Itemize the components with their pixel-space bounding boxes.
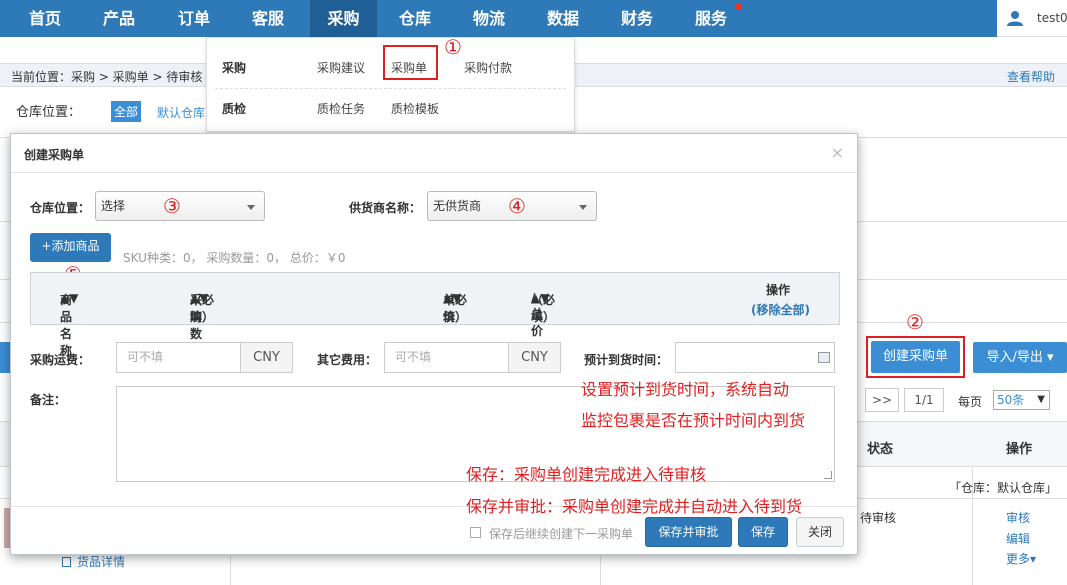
pager-page: 1/1	[904, 388, 944, 412]
annotation-1: ①	[444, 35, 462, 59]
nav-item-services[interactable]: 服务	[680, 0, 742, 37]
note-save-approve: 保存并审批：采购单创建完成并自动进入待到货	[466, 497, 803, 516]
close-icon[interactable]: ×	[831, 143, 844, 162]
top-nav: 首页 产品 订单 客服 采购 仓库 物流 数据 财务 服务 test00	[0, 0, 1067, 37]
required-mark: （必填）	[443, 293, 468, 324]
menu-item-purchase-payment[interactable]: 采购付款	[464, 59, 512, 76]
other-fee-input[interactable]: 可不填	[384, 342, 509, 373]
continue-checkbox[interactable]	[470, 527, 481, 538]
document-icon	[62, 557, 71, 567]
add-goods-button[interactable]: +添加商品	[30, 233, 111, 262]
supplier-label: 供货商名称：	[349, 201, 422, 215]
nav-item-home[interactable]: 首页	[14, 0, 76, 37]
sort-icon: ▲▼	[60, 291, 79, 305]
modal-header: 创建采购单 ×	[11, 134, 857, 173]
annotation-3: ③	[163, 194, 181, 218]
create-order-modal: 创建采购单 × 仓库位置： 选择 ③ 供货商名称： 无供货商 ④ +添加商品 ⑤…	[10, 133, 858, 555]
warehouse-filter-all[interactable]: 全部	[111, 101, 142, 122]
left-button-edge[interactable]	[0, 342, 10, 373]
row-action-more[interactable]: 更多▾	[1006, 550, 1036, 567]
nav-item-order[interactable]: 订单	[163, 0, 225, 37]
save-approve-button[interactable]: 保存并审批	[645, 517, 732, 547]
warehouse-filter-default[interactable]: 默认仓库	[157, 104, 205, 121]
caret-down-icon	[247, 205, 255, 210]
goods-detail-link[interactable]: 货品详情	[62, 553, 125, 570]
help-link[interactable]: 查看帮助	[1007, 68, 1055, 85]
menu-item-qc-template[interactable]: 质检模板	[391, 100, 439, 117]
nav-item-product[interactable]: 产品	[88, 0, 150, 37]
menu-separator	[215, 88, 566, 89]
other-fee-label: 其它费用：	[317, 353, 378, 367]
nav-item-warehouse[interactable]: 仓库	[384, 0, 446, 37]
other-fee-currency: CNY	[509, 342, 561, 373]
close-button[interactable]: 关闭	[796, 517, 844, 547]
username: test00	[1037, 11, 1067, 25]
remove-all-link[interactable]: (移除全部)	[751, 301, 810, 318]
calendar-icon[interactable]	[818, 352, 830, 363]
nav-item-finance[interactable]: 财务	[606, 0, 668, 37]
nav-item-logistics[interactable]: 物流	[458, 0, 520, 37]
goods-detail-label: 货品详情	[77, 555, 126, 569]
col-ops: 操作	[1006, 442, 1033, 457]
nav-item-data[interactable]: 数据	[532, 0, 594, 37]
menu-item-qc-task[interactable]: 质检任务	[317, 100, 365, 117]
row-action-edit[interactable]: 编辑	[1006, 530, 1030, 547]
breadcrumb: 当前位置：采购 > 采购单 > 待审核	[11, 70, 203, 84]
chevron-down-icon: ▼	[1037, 394, 1045, 405]
shipping-input[interactable]: 可不填	[116, 342, 241, 373]
per-page-select[interactable]: 50条 ▼	[993, 390, 1050, 410]
continue-checkbox-label: 保存后继续创建下一采购单	[489, 527, 634, 541]
warehouse-filter-label: 仓库位置：	[16, 105, 82, 120]
required-mark: （必填）	[531, 293, 556, 324]
menu-item-purchase-suggestion[interactable]: 采购建议	[317, 59, 365, 76]
goods-table-header: 商品名称▲▼ 采购数量 ▲▼（必填） 单价▲▼（必填） / 总价▲▼（必填） 操…	[30, 272, 840, 358]
import-export-button[interactable]: 导入/导出 ▾	[973, 342, 1067, 373]
eta-date-input[interactable]	[675, 342, 835, 373]
pager-next[interactable]: >>	[865, 388, 899, 412]
note-eta-line1: 设置预计到货时间，系统自动	[581, 380, 790, 399]
remark-label: 备注：	[30, 393, 67, 407]
notification-dot	[735, 3, 742, 10]
per-page-value: 50条	[997, 393, 1025, 407]
nav-item-purchase[interactable]: 采购	[310, 0, 377, 37]
highlight-purchase-order	[383, 45, 438, 80]
modal-title: 创建采购单	[24, 148, 85, 162]
shipping-label: 采购运费：	[30, 353, 91, 367]
sku-summary: SKU种类：0， 采购数量：0， 总价：￥0	[123, 251, 346, 265]
per-page-label: 每页	[958, 395, 983, 409]
row-action-approve[interactable]: 审核	[1006, 509, 1030, 526]
eta-label: 预计到货时间：	[584, 353, 669, 367]
resize-handle[interactable]	[824, 471, 832, 479]
warehouse-info: 「仓库：默认仓库」	[948, 481, 1057, 495]
user-icon	[1007, 11, 1023, 26]
save-button[interactable]: 保存	[738, 517, 788, 547]
note-eta-line2: 监控包裹是否在预计时间内到货	[581, 411, 806, 430]
caret-down-icon	[579, 205, 587, 210]
menu-group-purchase: 采购	[222, 61, 247, 75]
col-ops-label: 操作	[766, 283, 791, 297]
annotation-2: ②	[906, 310, 924, 334]
supplier-select-value: 无供货商	[433, 199, 482, 213]
warehouse-label: 仓库位置：	[30, 201, 91, 215]
menu-group-qc: 质检	[222, 102, 247, 116]
row-status: 待审核	[860, 511, 897, 525]
annotation-4: ④	[508, 194, 526, 218]
nav-item-service[interactable]: 客服	[237, 0, 299, 37]
col-divider	[230, 556, 231, 585]
warehouse-select-value: 选择	[101, 199, 126, 213]
col-divider	[600, 556, 601, 585]
required-mark: （必填）	[190, 293, 215, 324]
note-save: 保存：采购单创建完成进入待审核	[466, 465, 707, 484]
user-menu[interactable]: test00	[997, 0, 1067, 37]
shipping-currency: CNY	[241, 342, 293, 373]
col-status: 状态	[867, 442, 894, 457]
create-purchase-order-button[interactable]: 创建采购单	[871, 341, 960, 373]
